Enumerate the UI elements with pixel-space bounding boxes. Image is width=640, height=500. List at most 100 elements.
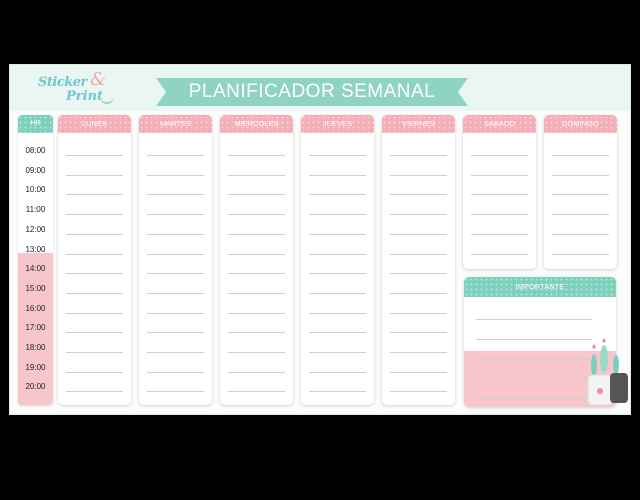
writing-line — [147, 233, 204, 235]
writing-line — [228, 391, 285, 393]
writing-line — [471, 233, 528, 235]
day-header: LUNES — [58, 115, 131, 133]
hour-label: 19:00 — [25, 362, 46, 372]
writing-line — [228, 155, 285, 156]
writing-line — [228, 312, 285, 314]
writing-line — [309, 214, 366, 216]
writing-line — [390, 391, 447, 393]
writing-line — [309, 391, 366, 393]
hour-label: 11:00 — [25, 205, 46, 215]
title-banner: PLANIFICADOR SEMANAL — [156, 78, 468, 106]
writing-line — [147, 214, 204, 216]
writing-line — [147, 155, 204, 156]
writing-line — [309, 194, 366, 196]
writing-line — [309, 155, 366, 156]
page-title: PLANIFICADOR SEMANAL — [188, 81, 436, 102]
hour-label: 20:00 — [25, 382, 46, 392]
hour-label: 08:00 — [25, 146, 46, 155]
writing-line — [552, 155, 609, 156]
writing-line — [147, 391, 204, 393]
writing-line — [390, 312, 447, 314]
writing-line — [309, 273, 366, 275]
writing-line — [147, 312, 204, 314]
writing-line — [228, 174, 285, 176]
writing-line — [390, 292, 447, 294]
writing-line — [476, 399, 592, 400]
writing-line — [471, 253, 528, 255]
writing-line — [228, 332, 285, 334]
writing-line — [147, 371, 204, 373]
day-header: VIERNES — [382, 115, 455, 133]
hours-column: HR 08:00 09:00 10:00 11:00 12:00 13:00 14:00 15… — [18, 115, 53, 405]
writing-line — [147, 292, 204, 294]
cactus-pot-icon — [587, 338, 628, 406]
day-column-sabado[interactable]: SABADO — [463, 115, 536, 269]
writing-line — [309, 352, 366, 353]
writing-line — [147, 352, 204, 353]
day-header: DOMINGO — [544, 115, 617, 133]
writing-line — [390, 233, 447, 235]
writing-line — [552, 174, 609, 176]
logo: Sticker & Print — [38, 69, 122, 109]
writing-line — [228, 194, 285, 196]
hour-label: 17:00 — [25, 323, 46, 333]
planner-board: Sticker & Print PLANIFICADOR SEMANAL HR … — [9, 64, 631, 415]
hour-label: 12:00 — [25, 224, 46, 234]
writing-line — [390, 253, 447, 255]
day-column-domingo[interactable]: DOMINGO — [544, 115, 617, 269]
day-column-viernes[interactable]: VIERNES — [382, 115, 455, 405]
day-header: MARTES — [139, 115, 212, 133]
writing-line — [471, 174, 528, 176]
writing-line — [66, 352, 123, 353]
writing-line — [147, 174, 204, 176]
writing-line — [228, 352, 285, 353]
writing-line — [552, 214, 609, 216]
writing-line — [476, 379, 592, 380]
writing-line — [66, 391, 123, 393]
writing-line — [390, 371, 447, 373]
day-header: MIERCOLES — [220, 115, 293, 133]
writing-line — [476, 359, 592, 360]
writing-line — [552, 233, 609, 235]
writing-line — [228, 292, 285, 294]
writing-line — [147, 332, 204, 334]
writing-line — [309, 371, 366, 373]
logo-text-line1: Sticker — [38, 75, 87, 90]
logo-text-line2: Print — [66, 89, 104, 104]
hour-label: 14:00 — [25, 264, 46, 274]
writing-line — [147, 194, 204, 196]
writing-line — [66, 214, 123, 216]
day-header: SABADO — [463, 115, 536, 133]
writing-line — [66, 371, 123, 373]
day-column-martes[interactable]: MARTES — [139, 115, 212, 405]
writing-line — [552, 194, 609, 196]
hour-label: 15:00 — [25, 283, 46, 293]
hour-label: 09:00 — [25, 165, 46, 175]
writing-line — [66, 253, 123, 255]
day-column-lunes[interactable]: LUNES — [58, 115, 131, 405]
writing-line — [309, 174, 366, 176]
writing-line — [390, 273, 447, 275]
writing-line — [552, 253, 609, 255]
writing-line — [476, 319, 592, 320]
writing-line — [471, 214, 528, 216]
writing-line — [66, 292, 123, 294]
writing-line — [228, 253, 285, 255]
day-column-miercoles[interactable]: MIERCOLES — [220, 115, 293, 405]
day-column-jueves[interactable]: JUEVES — [301, 115, 374, 405]
writing-line — [471, 194, 528, 196]
hour-label: 13:00 — [25, 244, 46, 254]
writing-line — [66, 312, 123, 314]
writing-line — [309, 233, 366, 235]
writing-line — [66, 155, 123, 156]
writing-line — [66, 233, 123, 235]
writing-line — [390, 155, 447, 156]
writing-line — [66, 194, 123, 196]
writing-line — [147, 253, 204, 255]
writing-line — [390, 194, 447, 196]
hours-header: HR — [18, 115, 53, 133]
writing-line — [309, 312, 366, 314]
writing-line — [228, 273, 285, 275]
importante-header: IMPORTANTE — [464, 277, 616, 297]
writing-line — [390, 214, 447, 216]
